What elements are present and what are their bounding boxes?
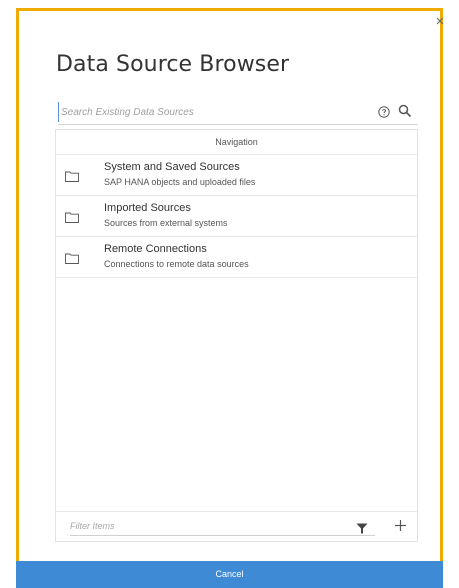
dialog-title: Data Source Browser <box>56 52 290 77</box>
nav-item-title: System and Saved Sources <box>104 161 240 173</box>
nav-item-imported-sources[interactable]: Imported Sources Sources from external s… <box>56 196 417 237</box>
nav-item-subtitle: SAP HANA objects and uploaded files <box>104 177 256 187</box>
add-icon[interactable] <box>394 519 407 532</box>
folder-icon <box>65 251 79 264</box>
nav-item-remote-connections[interactable]: Remote Connections Connections to remote… <box>56 237 417 278</box>
search-icon[interactable] <box>398 104 412 118</box>
search-input[interactable] <box>58 102 358 122</box>
nav-item-system-saved-sources[interactable]: System and Saved Sources SAP HANA object… <box>56 155 417 196</box>
close-icon[interactable]: × <box>433 14 447 30</box>
nav-item-title: Imported Sources <box>104 202 191 214</box>
filter-icon[interactable] <box>356 521 368 534</box>
navigation-header: Navigation <box>56 130 417 155</box>
search-bar <box>58 102 418 122</box>
filter-bar <box>56 511 417 541</box>
nav-item-title: Remote Connections <box>104 243 207 255</box>
help-icon[interactable] <box>378 105 390 118</box>
folder-icon <box>65 210 79 223</box>
nav-item-subtitle: Sources from external systems <box>104 218 228 228</box>
navigation-panel: Navigation System and Saved Sources SAP … <box>55 129 418 542</box>
search-underline <box>58 124 418 125</box>
dialog-footer: Cancel <box>16 561 443 588</box>
filter-input[interactable] <box>70 517 375 536</box>
nav-item-subtitle: Connections to remote data sources <box>104 259 249 269</box>
cancel-button[interactable]: Cancel <box>16 561 443 588</box>
folder-icon <box>65 169 79 182</box>
